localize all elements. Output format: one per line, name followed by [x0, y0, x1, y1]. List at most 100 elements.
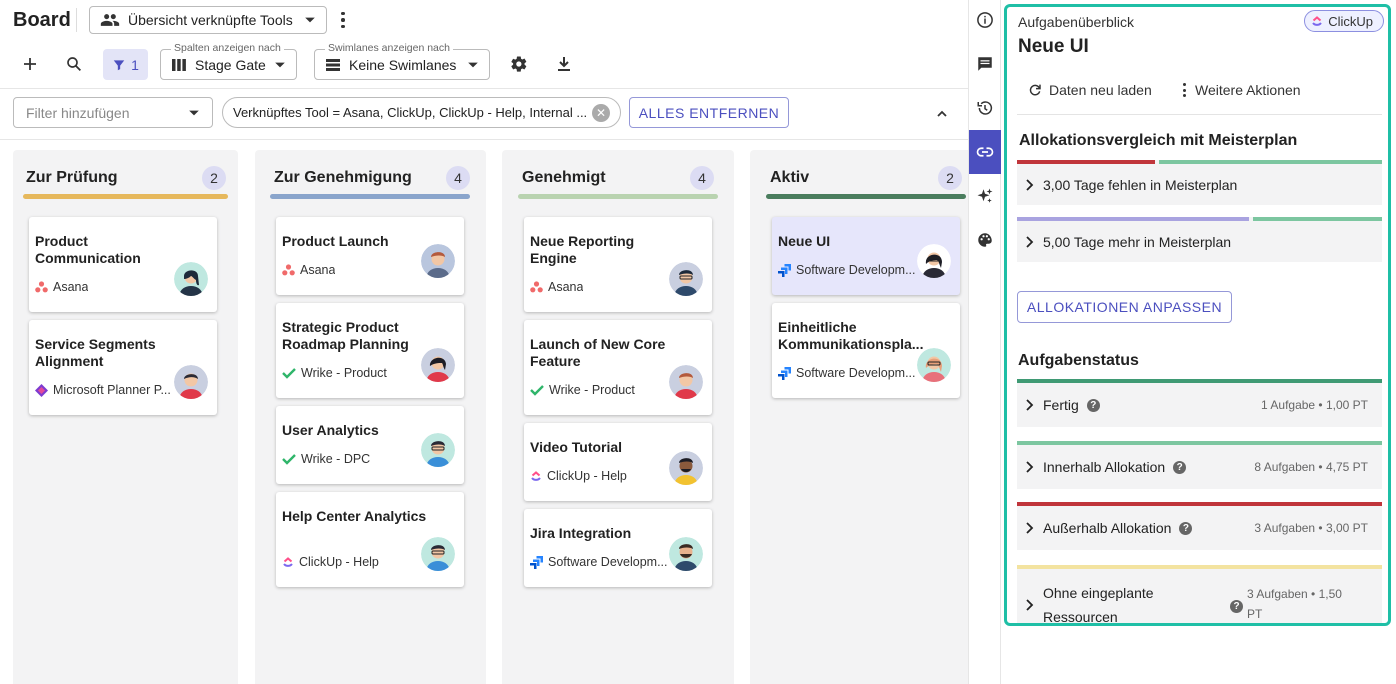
avatar	[421, 537, 455, 571]
board-column: Zur Genehmigung 4 Product Launch Asana S…	[255, 150, 486, 684]
card-tool: ClickUp - Help	[282, 555, 432, 569]
download-icon[interactable]	[552, 52, 576, 76]
board-column: Aktiv 2 Neue UI Software Developm... Ein…	[750, 150, 968, 684]
card-title: Video Tutorial	[530, 439, 623, 455]
card-title: Neue UI	[778, 233, 831, 249]
card-tool: ClickUp - Help	[530, 469, 680, 483]
card-tool: Wrike - Product	[282, 366, 432, 380]
column-count: 4	[690, 166, 714, 190]
alloc-row[interactable]: 3,00 Tage fehlen in Meisterplan	[1017, 160, 1382, 205]
filter-chip[interactable]: Verknüpftes Tool = Asana, ClickUp, Click…	[222, 97, 621, 128]
link-icon[interactable]	[969, 130, 1001, 174]
card-tool: Asana	[282, 263, 432, 277]
avatar	[421, 433, 455, 467]
avatar	[669, 262, 703, 296]
task-card[interactable]: Launch of New Core Feature Wrike - Produ…	[524, 320, 712, 415]
status-row[interactable]: Außerhalb Allokation ? 3 Aufgaben • 3,00…	[1017, 502, 1382, 550]
card-tool: Software Developm...	[778, 263, 928, 277]
task-card[interactable]: Product Launch Asana	[276, 217, 464, 295]
adjust-allocations-button[interactable]: ALLOKATIONEN ANPASSEN	[1017, 291, 1232, 323]
avatar	[917, 244, 951, 278]
swimlanes-select[interactable]: Swimlanes anzeigen nach Keine Swimlanes	[314, 42, 490, 80]
card-title: Help Center Analytics	[282, 508, 427, 524]
task-card[interactable]: Service Segments Alignment Microsoft Pla…	[29, 320, 217, 415]
view-select[interactable]: Übersicht verknüpfte Tools	[89, 6, 327, 34]
task-card[interactable]: Video Tutorial ClickUp - Help	[524, 423, 712, 501]
board-column: Zur Prüfung 2 Product Communication Asan…	[13, 150, 238, 684]
task-card[interactable]: Neue UI Software Developm...	[772, 217, 960, 295]
more-actions-button[interactable]: Weitere Aktionen	[1179, 82, 1301, 98]
chevron-right-icon	[1026, 522, 1034, 534]
status-heading: Aufgabenstatus	[1018, 352, 1139, 369]
columns-select-label: Spalten anzeigen nach	[171, 42, 284, 54]
card-title: Service Segments Alignment	[35, 336, 156, 369]
task-card[interactable]: Help Center Analytics ClickUp - Help	[276, 492, 464, 587]
status-row[interactable]: Fertig ? 1 Aufgabe • 1,00 PT	[1017, 379, 1382, 427]
column-color-bar	[23, 194, 228, 199]
clear-all-button[interactable]: ALLES ENTFERNEN	[629, 97, 789, 128]
task-card[interactable]: Jira Integration Software Developm...	[524, 509, 712, 587]
divider	[0, 139, 968, 140]
task-overview-panel: Aufgabenüberblick ClickUp Neue UI Daten …	[1004, 4, 1391, 626]
chevron-down-icon	[305, 17, 315, 23]
filter-count: 1	[131, 56, 139, 73]
jira-icon	[778, 366, 791, 380]
more-options-icon[interactable]	[334, 8, 352, 32]
help-icon[interactable]: ?	[1173, 460, 1187, 474]
chevron-down-icon	[275, 62, 285, 67]
asana-icon	[35, 281, 48, 293]
filter-button[interactable]: 1	[103, 49, 148, 80]
card-title: Product Launch	[282, 233, 389, 249]
card-tool: Microsoft Planner P...	[35, 383, 185, 397]
clickup-icon	[1312, 16, 1322, 26]
task-card[interactable]: Neue Reporting Engine Asana	[524, 217, 712, 312]
card-tool: Software Developm...	[778, 366, 928, 380]
reload-button[interactable]: Daten neu laden	[1027, 82, 1152, 98]
gear-icon[interactable]	[507, 52, 531, 76]
help-icon[interactable]: ?	[1230, 600, 1243, 613]
clickup-icon	[283, 557, 293, 567]
chevron-up-icon[interactable]	[930, 102, 954, 126]
tool-badge[interactable]: ClickUp	[1304, 10, 1384, 32]
columns-select-value: Stage Gate	[195, 56, 266, 73]
avatar	[669, 451, 703, 485]
column-title: Genehmigt	[522, 169, 606, 186]
avatar	[669, 365, 703, 399]
avatar	[917, 348, 951, 382]
palette-icon[interactable]	[969, 218, 1001, 262]
avatar	[174, 262, 208, 296]
column-title: Aktiv	[770, 169, 810, 186]
task-card[interactable]: User Analytics Wrike - DPC	[276, 406, 464, 484]
columns-select[interactable]: Spalten anzeigen nach Stage Gate	[160, 42, 297, 80]
filter-input[interactable]: Filter hinzufügen	[13, 97, 213, 128]
add-icon[interactable]	[18, 52, 42, 76]
task-card[interactable]: Einheitliche Kommunikationspla... Softwa…	[772, 303, 960, 398]
wrike-icon	[530, 385, 544, 396]
view-select-label: Übersicht verknüpfte Tools	[128, 12, 293, 28]
swimlanes-select-value: Keine Swimlanes	[349, 56, 457, 73]
status-row[interactable]: Innerhalb Allokation ? 8 Aufgaben • 4,75…	[1017, 441, 1382, 489]
clickup-icon	[531, 471, 541, 481]
close-icon[interactable]: ✕	[592, 103, 610, 122]
avatar	[174, 365, 208, 399]
column-count: 4	[446, 166, 470, 190]
history-icon[interactable]	[969, 86, 1001, 130]
search-icon[interactable]	[62, 52, 86, 76]
sparkle-icon[interactable]	[969, 174, 1001, 218]
avatar	[421, 348, 455, 382]
filter-chip-label: Verknüpftes Tool = Asana, ClickUp, Click…	[233, 105, 588, 120]
info-icon[interactable]	[969, 0, 1001, 42]
help-icon[interactable]: ?	[1086, 398, 1100, 412]
status-row[interactable]: Ohne eingeplante Ressourcen ? 3 Aufgaben…	[1017, 565, 1382, 623]
microsoft-planner-icon	[35, 383, 48, 397]
card-title: Launch of New Core Feature	[530, 336, 666, 369]
task-card[interactable]: Strategic Product Roadmap Planning Wrike…	[276, 303, 464, 398]
column-color-bar	[518, 194, 718, 199]
task-card[interactable]: Product Communication Asana	[29, 217, 217, 312]
chevron-right-icon	[1026, 236, 1034, 248]
alloc-row[interactable]: 5,00 Tage mehr in Meisterplan	[1017, 217, 1382, 262]
comment-icon[interactable]	[969, 42, 1001, 86]
help-icon[interactable]: ?	[1179, 521, 1193, 535]
chevron-right-icon	[1026, 179, 1034, 191]
column-color-bar	[270, 194, 470, 199]
